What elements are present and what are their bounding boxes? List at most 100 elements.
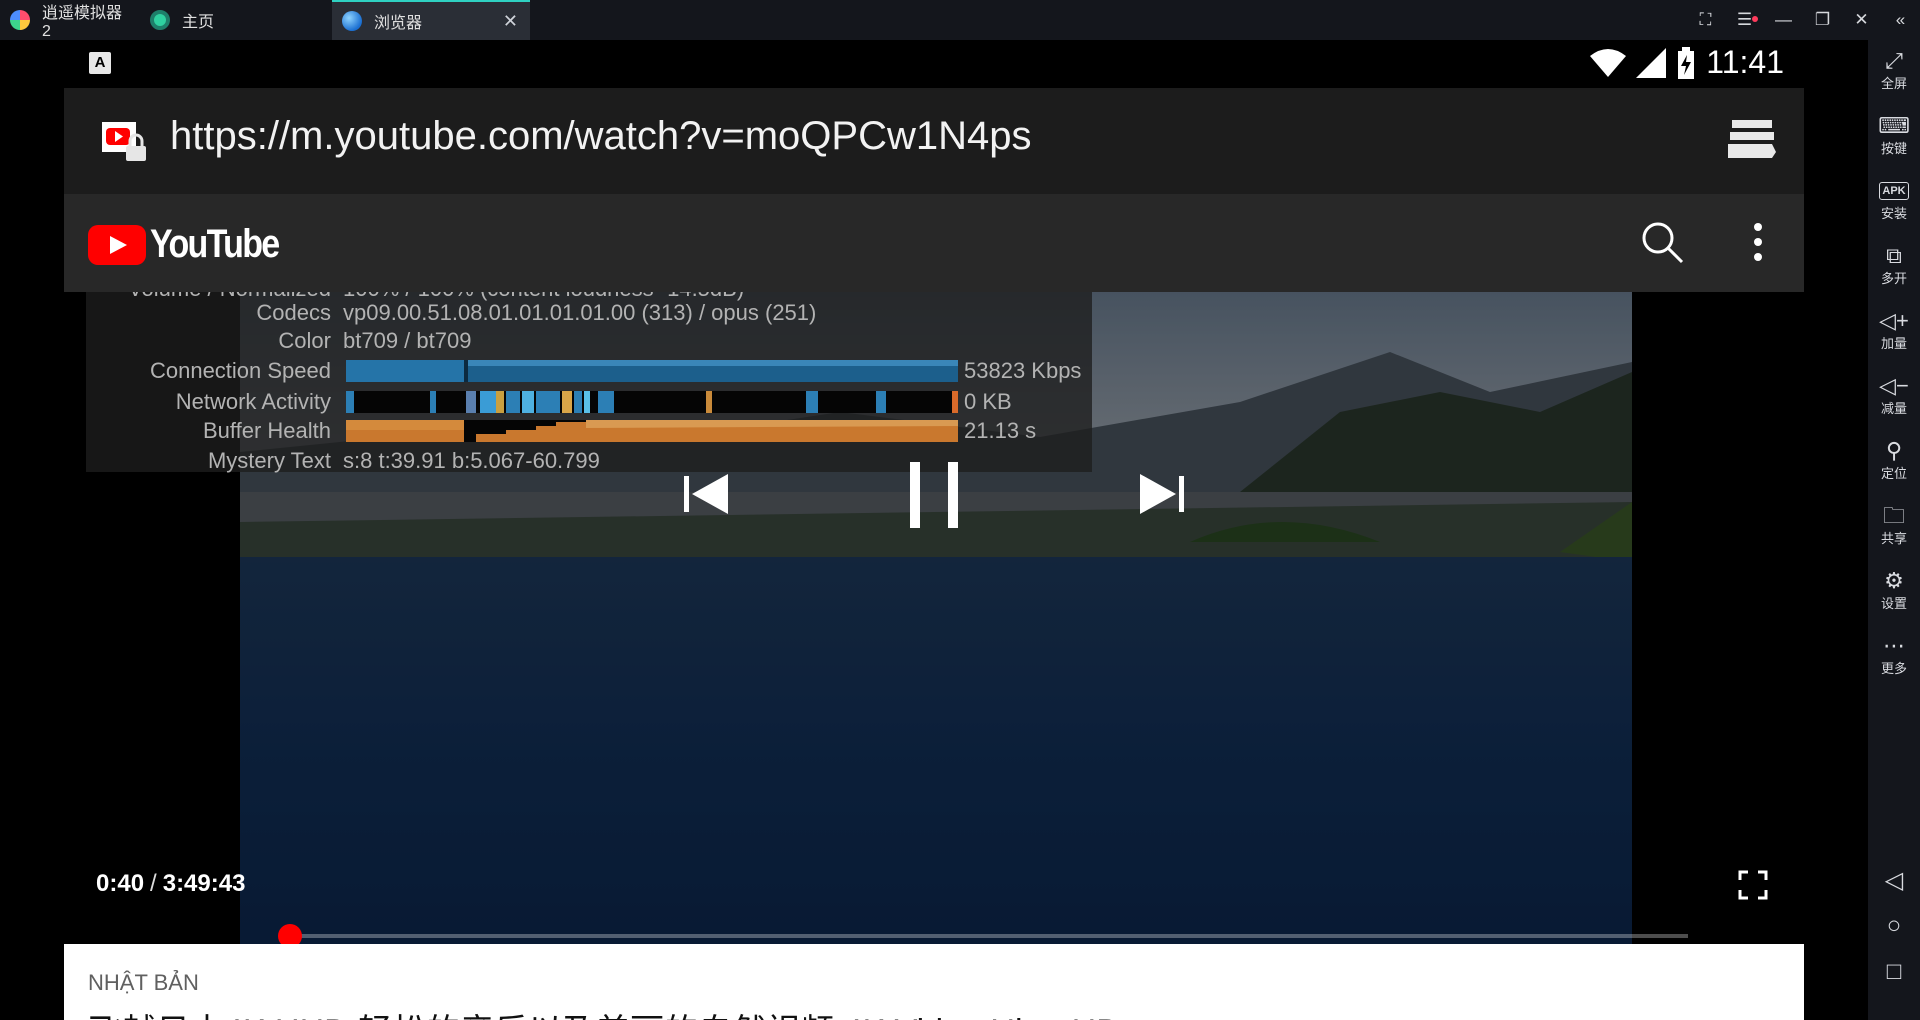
fullscreen-icon: ⤢ [1885,48,1903,73]
stat-value: bt709 / bt709 [343,328,472,353]
stat-value: vp09.00.51.08.01.01.01.01.00 (313) / opu… [343,300,817,325]
sidebar-item-more[interactable]: ⋯ 更多 [1868,633,1920,677]
sidebar-label: 设置 [1880,596,1907,611]
sidebar-item-volume-down[interactable]: ◁− 减量 [1868,373,1920,417]
stat-label: Connection Speed [149,358,331,383]
clock: 11:41 [1706,44,1784,80]
youtube-logo-text: YouTube [150,222,280,266]
current-time: 0:40 [96,870,145,897]
android-back-icon[interactable]: ◁ [1868,866,1920,895]
pause-icon[interactable] [910,462,958,528]
video-player[interactable]: Volume / Normalized 100% / 100% (content… [64,292,1804,944]
restore-icon[interactable]: ❐ [1803,10,1842,30]
youtube-header: YouTube [64,194,1804,292]
sidebar-item-settings[interactable]: ⚙ 设置 [1868,568,1920,612]
stat-network-activity: Network Activity 0 KB [86,389,1092,415]
browser-url-bar[interactable]: https://m.youtube.com/watch?v=moQPCw1N4p… [64,88,1804,194]
sidebar-item-fullscreen[interactable]: ⤢ 全屏 [1868,48,1920,92]
menu-icon[interactable]: ☰ [1725,10,1764,30]
volume-up-icon: ◁+ [1879,308,1909,333]
stat-codecs: Codecs vp09.00.51.08.01.01.01.01.00 (313… [86,300,1092,326]
time-separator: / [150,870,157,897]
sidebar-item-install[interactable]: APK 安装 [1868,178,1920,222]
notification-a-icon: A [89,52,111,74]
emulator-logo-icon [10,10,30,30]
sidebar-item-location[interactable]: ⚲ 定位 [1868,438,1920,482]
seek-bar[interactable] [278,924,1688,944]
battery-charging-icon [1678,46,1695,79]
sidebar-label: 减量 [1880,401,1907,416]
screenshot-icon[interactable]: ⛶ [1686,10,1725,30]
tab-home-label: 主页 [182,14,215,31]
android-home-icon[interactable]: ○ [1868,912,1920,940]
tab-browser[interactable]: 浏览器 ✕ [332,0,530,40]
stat-label: Network Activity [175,389,331,414]
next-track-icon[interactable] [1140,474,1184,514]
sidebar-label: 更多 [1880,661,1907,676]
previous-track-icon[interactable] [684,474,728,514]
stat-value: 21.13 s [964,418,1037,443]
emulator-sidebar: ⤢ 全屏 ⌨ 按键 APK 安装 ⧉ 多开 ◁+ 加量 ◁− 减量 ⚲ 定位 🗀… [1868,40,1920,1020]
stat-value: s:8 t:39.91 b:5.067-60.799 [343,448,600,473]
stat-label: Codecs [256,300,331,325]
more-dots-icon: ⋯ [1883,633,1905,658]
status-indicators: 11:41 [1590,44,1784,81]
location-pin-icon: ⚲ [1885,438,1903,463]
sidebar-item-multi[interactable]: ⧉ 多开 [1868,243,1920,287]
seek-bar-scrubber[interactable] [278,924,303,944]
gear-icon: ⚙ [1884,568,1904,593]
seek-bar-track [286,934,1688,938]
more-vertical-icon[interactable] [1752,222,1764,262]
volume-down-icon: ◁− [1879,373,1909,398]
minimize-icon[interactable]: — [1764,10,1803,30]
video-info: NHẬT BẢN 飞越日本4K UHD 轻松的音乐以及美丽的自然视频 4K Vi… [64,944,1804,1020]
stat-buffer-health: Buffer Health 21.13 s [86,418,1092,444]
tab-browser-label: 浏览器 [374,15,423,32]
sidebar-label: 定位 [1880,466,1907,481]
folder-icon: 🗀 [1882,503,1905,528]
search-icon[interactable] [1640,220,1684,264]
keyboard-icon: ⌨ [1878,113,1910,138]
multi-instance-icon: ⧉ [1886,243,1902,268]
status-bar: A 11:41 [64,40,1804,88]
emulator-app-tab[interactable]: 逍遥模拟器2 [0,0,140,40]
sidebar-label: 加量 [1880,336,1907,351]
emulator-title-bar: 逍遥模拟器2 主页 浏览器 ✕ ⛶ ☰ — ❐ ✕ « [0,0,1920,40]
video-title[interactable]: 飞越日本4K UHD 轻松的音乐以及美丽的自然视频 4K Video Ultra… [88,1004,1121,1020]
sidebar-label: 按键 [1880,141,1907,156]
time-display: 0:40/3:49:43 [96,870,245,898]
tab-home[interactable]: 主页 [140,0,332,40]
sidebar-item-share[interactable]: 🗀 共享 [1868,503,1920,547]
site-lock-icon [102,122,146,161]
android-screen: A 11:41 https://m.youtube.com/watch?v=mo… [0,40,1868,1020]
stat-label: Mystery Text [207,448,331,473]
sidebar-item-keymap[interactable]: ⌨ 按键 [1868,113,1920,157]
emulator-app-name: 逍遥模拟器2 [42,5,123,40]
tab-close-icon[interactable]: ✕ [503,11,518,32]
network-activity-graph [346,391,958,413]
close-icon[interactable]: ✕ [1842,10,1881,30]
sidebar-item-volume-up[interactable]: ◁+ 加量 [1868,308,1920,352]
window-controls: ⛶ ☰ — ❐ ✕ « [1686,0,1920,40]
buffer-health-graph [346,420,958,442]
sidebar-label: 安装 [1880,206,1907,221]
stat-label: Color [278,328,331,353]
stats-for-nerds-panel: Volume / Normalized 100% / 100% (content… [86,292,1092,473]
stat-value: 53823 Kbps [964,358,1082,383]
browser-tabs-icon[interactable] [1728,118,1776,160]
fullscreen-toggle-icon[interactable] [1738,870,1768,900]
channel-name[interactable]: NHẬT BẢN [88,970,199,996]
cell-signal-icon [1636,47,1667,78]
home-tab-icon [150,10,170,30]
collapse-sidebar-icon[interactable]: « [1881,10,1920,30]
stat-connection-speed: Connection Speed 53823 Kbps [86,358,1092,384]
youtube-logo[interactable]: YouTube [88,222,301,267]
youtube-play-logo-icon [88,224,146,265]
url-text[interactable]: https://m.youtube.com/watch?v=moQPCw1N4p… [170,114,1031,159]
android-recents-icon[interactable]: □ [1868,958,1920,986]
browser-globe-icon [342,11,362,31]
stat-label: Buffer Health [202,418,331,443]
sidebar-label: 多开 [1880,271,1907,286]
sidebar-label: 全屏 [1880,76,1907,91]
connection-speed-graph [346,360,958,382]
